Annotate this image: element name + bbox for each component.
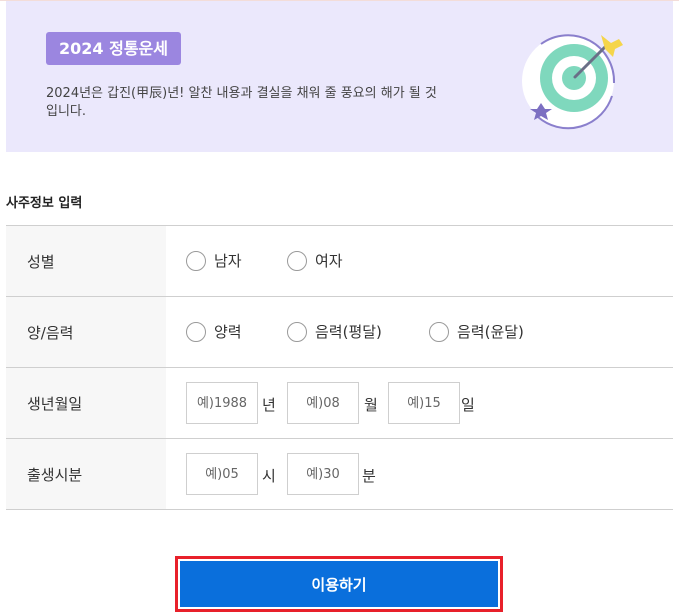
target-arrow-icon [522, 34, 623, 130]
birthdate-row: 생년월일 년 월 일 [6, 368, 673, 439]
birth-year-input[interactable] [186, 382, 258, 424]
month-unit: 월 [364, 396, 378, 414]
radio-circle[interactable] [287, 250, 307, 271]
calendar-options: 양력 음력(평달) 음력(윤달) [166, 297, 673, 367]
radio-circle[interactable] [429, 321, 449, 342]
hour-unit: 시 [262, 467, 276, 485]
birth-day-input[interactable] [388, 382, 460, 424]
calendar-row: 양/음력 양력 음력(평달) 음력(윤달) [6, 297, 673, 368]
fortune-banner: 2024 정통운세 2024년은 갑진(甲辰)년! 알찬 내용과 결실을 채워 … [6, 1, 673, 152]
radio-label: 양력 [214, 323, 242, 341]
gender-radio-male[interactable]: 남자 [186, 250, 242, 271]
saju-input-form: 성별 남자 여자 양/음력 양력 음력(평달) 음력(윤달) 생년월일 예)19… [6, 225, 673, 510]
birth-hour-input[interactable] [186, 453, 258, 495]
minute-unit: 분 [362, 467, 376, 485]
calendar-radio-lunar-normal[interactable]: 음력(평달) [287, 321, 382, 342]
submit-button[interactable]: 이용하기 [180, 561, 498, 607]
banner-description: 2024년은 갑진(甲辰)년! 알찬 내용과 결실을 채워 줄 풍요의 해가 될… [46, 86, 437, 119]
day-unit: 일 [461, 396, 475, 414]
radio-label: 음력(평달) [315, 323, 382, 341]
calendar-label: 양/음력 [6, 297, 166, 367]
gender-row: 성별 남자 여자 [6, 226, 673, 297]
radio-circle[interactable] [186, 250, 206, 271]
radio-label: 여자 [315, 252, 343, 270]
radio-label: 남자 [214, 252, 242, 270]
gender-options: 남자 여자 [166, 226, 673, 296]
birthtime-fields: 시 분 [166, 439, 673, 509]
banner-badge: 2024 정통운세 [46, 32, 181, 65]
birth-month-input[interactable] [287, 382, 359, 424]
birthdate-label: 생년월일 [6, 368, 166, 438]
birthdate-fields: 년 월 일 [166, 368, 673, 438]
radio-label: 음력(윤달) [457, 323, 524, 341]
birth-minute-input[interactable] [287, 453, 359, 495]
birthtime-row: 출생시분 시 분 [6, 439, 673, 510]
section-title: 사주정보 입력 [6, 196, 83, 211]
gender-label: 성별 [6, 226, 166, 296]
gender-radio-female[interactable]: 여자 [287, 250, 343, 271]
radio-circle[interactable] [186, 321, 206, 342]
radio-circle[interactable] [287, 321, 307, 342]
year-unit: 년 [262, 396, 276, 414]
submit-highlight-frame: 이용하기 [175, 556, 503, 612]
calendar-radio-solar[interactable]: 양력 [186, 321, 242, 342]
calendar-radio-lunar-leap[interactable]: 음력(윤달) [429, 321, 524, 342]
birthtime-label: 출생시분 [6, 439, 166, 509]
